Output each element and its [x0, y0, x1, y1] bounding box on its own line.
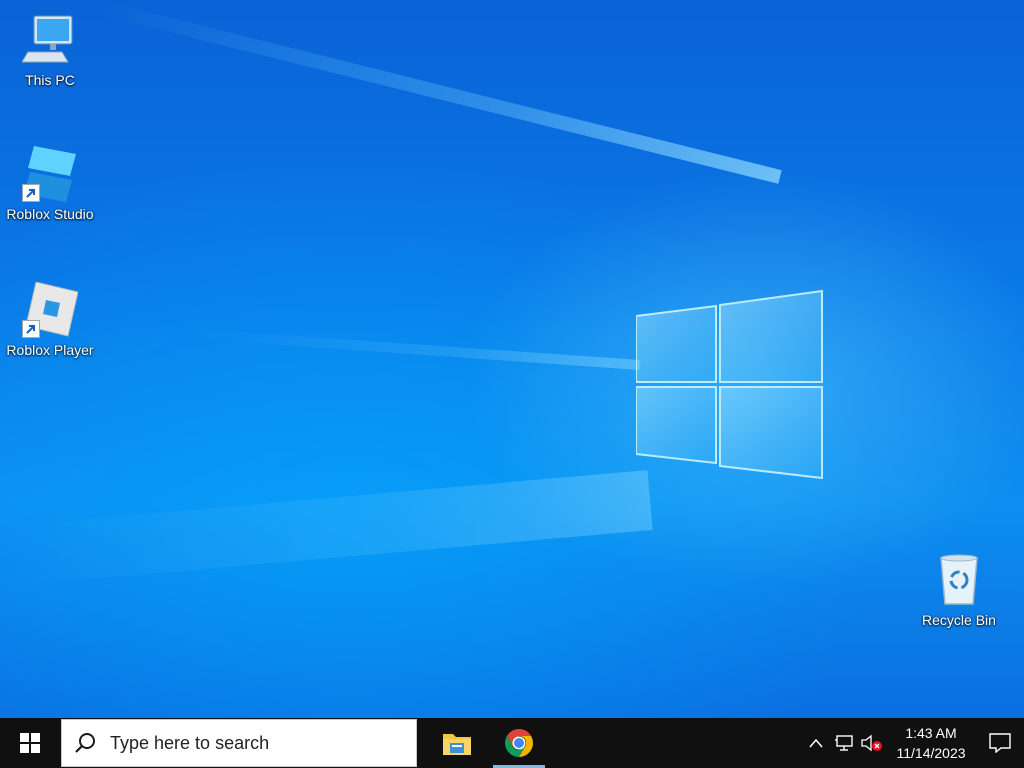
desktop[interactable]: This PC Roblox Studio Roblox Player Recy…	[0, 0, 1024, 718]
notification-icon	[989, 733, 1011, 753]
chevron-up-icon	[809, 738, 823, 748]
taskbar-app-file-explorer[interactable]	[431, 718, 483, 768]
chrome-icon	[505, 729, 533, 757]
this-pc-icon	[21, 12, 78, 68]
taskbar: Type here to search 1:43 AM 11/14/2023	[0, 718, 1024, 768]
shortcut-arrow-icon	[22, 184, 40, 202]
volume-muted-icon	[861, 734, 882, 752]
clock-time: 1:43 AM	[905, 725, 957, 741]
search-placeholder: Type here to search	[110, 732, 270, 753]
roblox-studio-icon	[22, 146, 78, 202]
wallpaper-beam	[99, 0, 782, 184]
search-icon	[75, 733, 95, 753]
network-button[interactable]	[830, 718, 858, 768]
show-hidden-icons-button[interactable]	[802, 718, 830, 768]
desktop-icon-roblox-player[interactable]: Roblox Player	[0, 281, 100, 358]
system-tray: 1:43 AM 11/14/2023	[802, 718, 1024, 768]
wallpaper-beam	[0, 470, 653, 587]
taskbar-search-box[interactable]: Type here to search	[61, 719, 417, 767]
recycle-bin-icon	[931, 552, 987, 608]
clock-date: 11/14/2023	[896, 745, 966, 761]
desktop-icon-this-pc[interactable]: This PC	[0, 12, 100, 88]
network-icon	[835, 735, 853, 751]
desktop-icon-label: Recycle Bin	[922, 612, 996, 628]
volume-button[interactable]	[858, 718, 886, 768]
desktop-icon-label: Roblox Studio	[6, 206, 94, 222]
file-explorer-icon	[443, 734, 471, 755]
desktop-icon-recycle-bin[interactable]: Recycle Bin	[909, 552, 1009, 628]
taskbar-clock[interactable]: 1:43 AM 11/14/2023	[886, 723, 976, 763]
windows-wallpaper-logo	[636, 289, 823, 480]
windows-logo-icon	[20, 733, 40, 753]
start-button[interactable]	[0, 718, 60, 768]
desktop-icon-label: This PC	[25, 72, 75, 88]
wallpaper-beam	[200, 329, 641, 370]
desktop-icon-roblox-studio[interactable]: Roblox Studio	[0, 146, 100, 222]
shortcut-arrow-icon	[22, 320, 40, 338]
desktop-icon-label: Roblox Player	[6, 342, 94, 358]
action-center-button[interactable]	[976, 718, 1024, 768]
taskbar-app-chrome[interactable]	[493, 718, 545, 768]
roblox-player-icon	[22, 281, 79, 338]
